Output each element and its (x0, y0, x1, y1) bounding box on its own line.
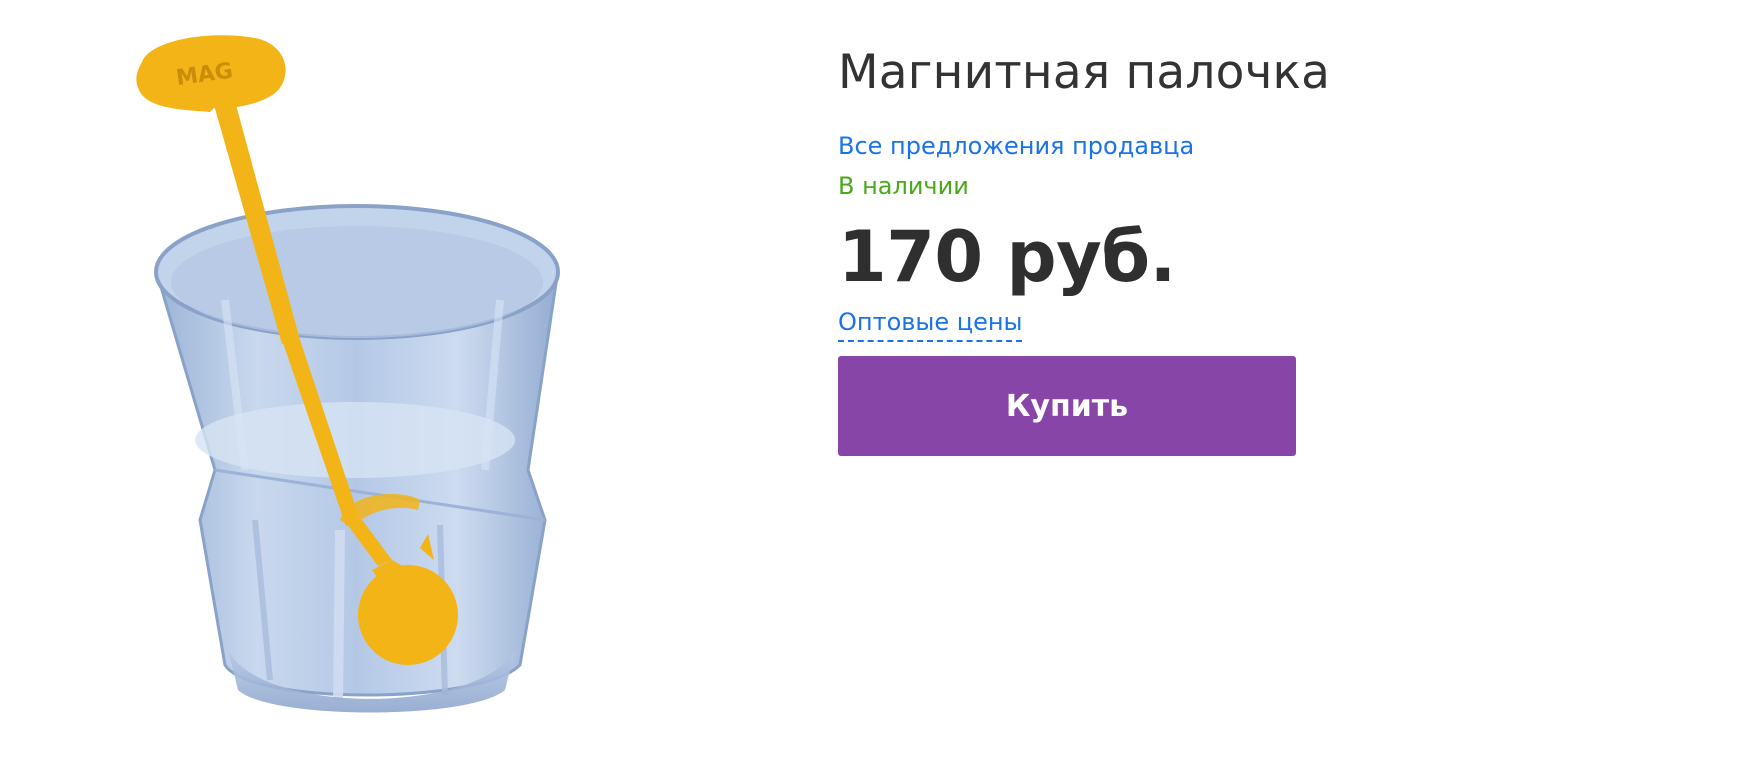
wholesale-prices-link[interactable]: Оптовые цены (838, 306, 1023, 342)
product-title: Магнитная палочка (838, 45, 1331, 100)
seller-offers-link[interactable]: Все предложения продавца (838, 130, 1194, 162)
product-image[interactable]: MAG (0, 0, 720, 770)
buy-button[interactable]: Купить (838, 356, 1296, 456)
stock-status: В наличии (838, 172, 969, 200)
product-photo: MAG (136, 35, 560, 713)
product-info: Магнитная палочка Все предложения продав… (838, 38, 1538, 456)
product-page: MAG Магнитная палочка Все предложения пр… (0, 0, 1760, 770)
product-price: 170 руб. (838, 216, 1176, 298)
